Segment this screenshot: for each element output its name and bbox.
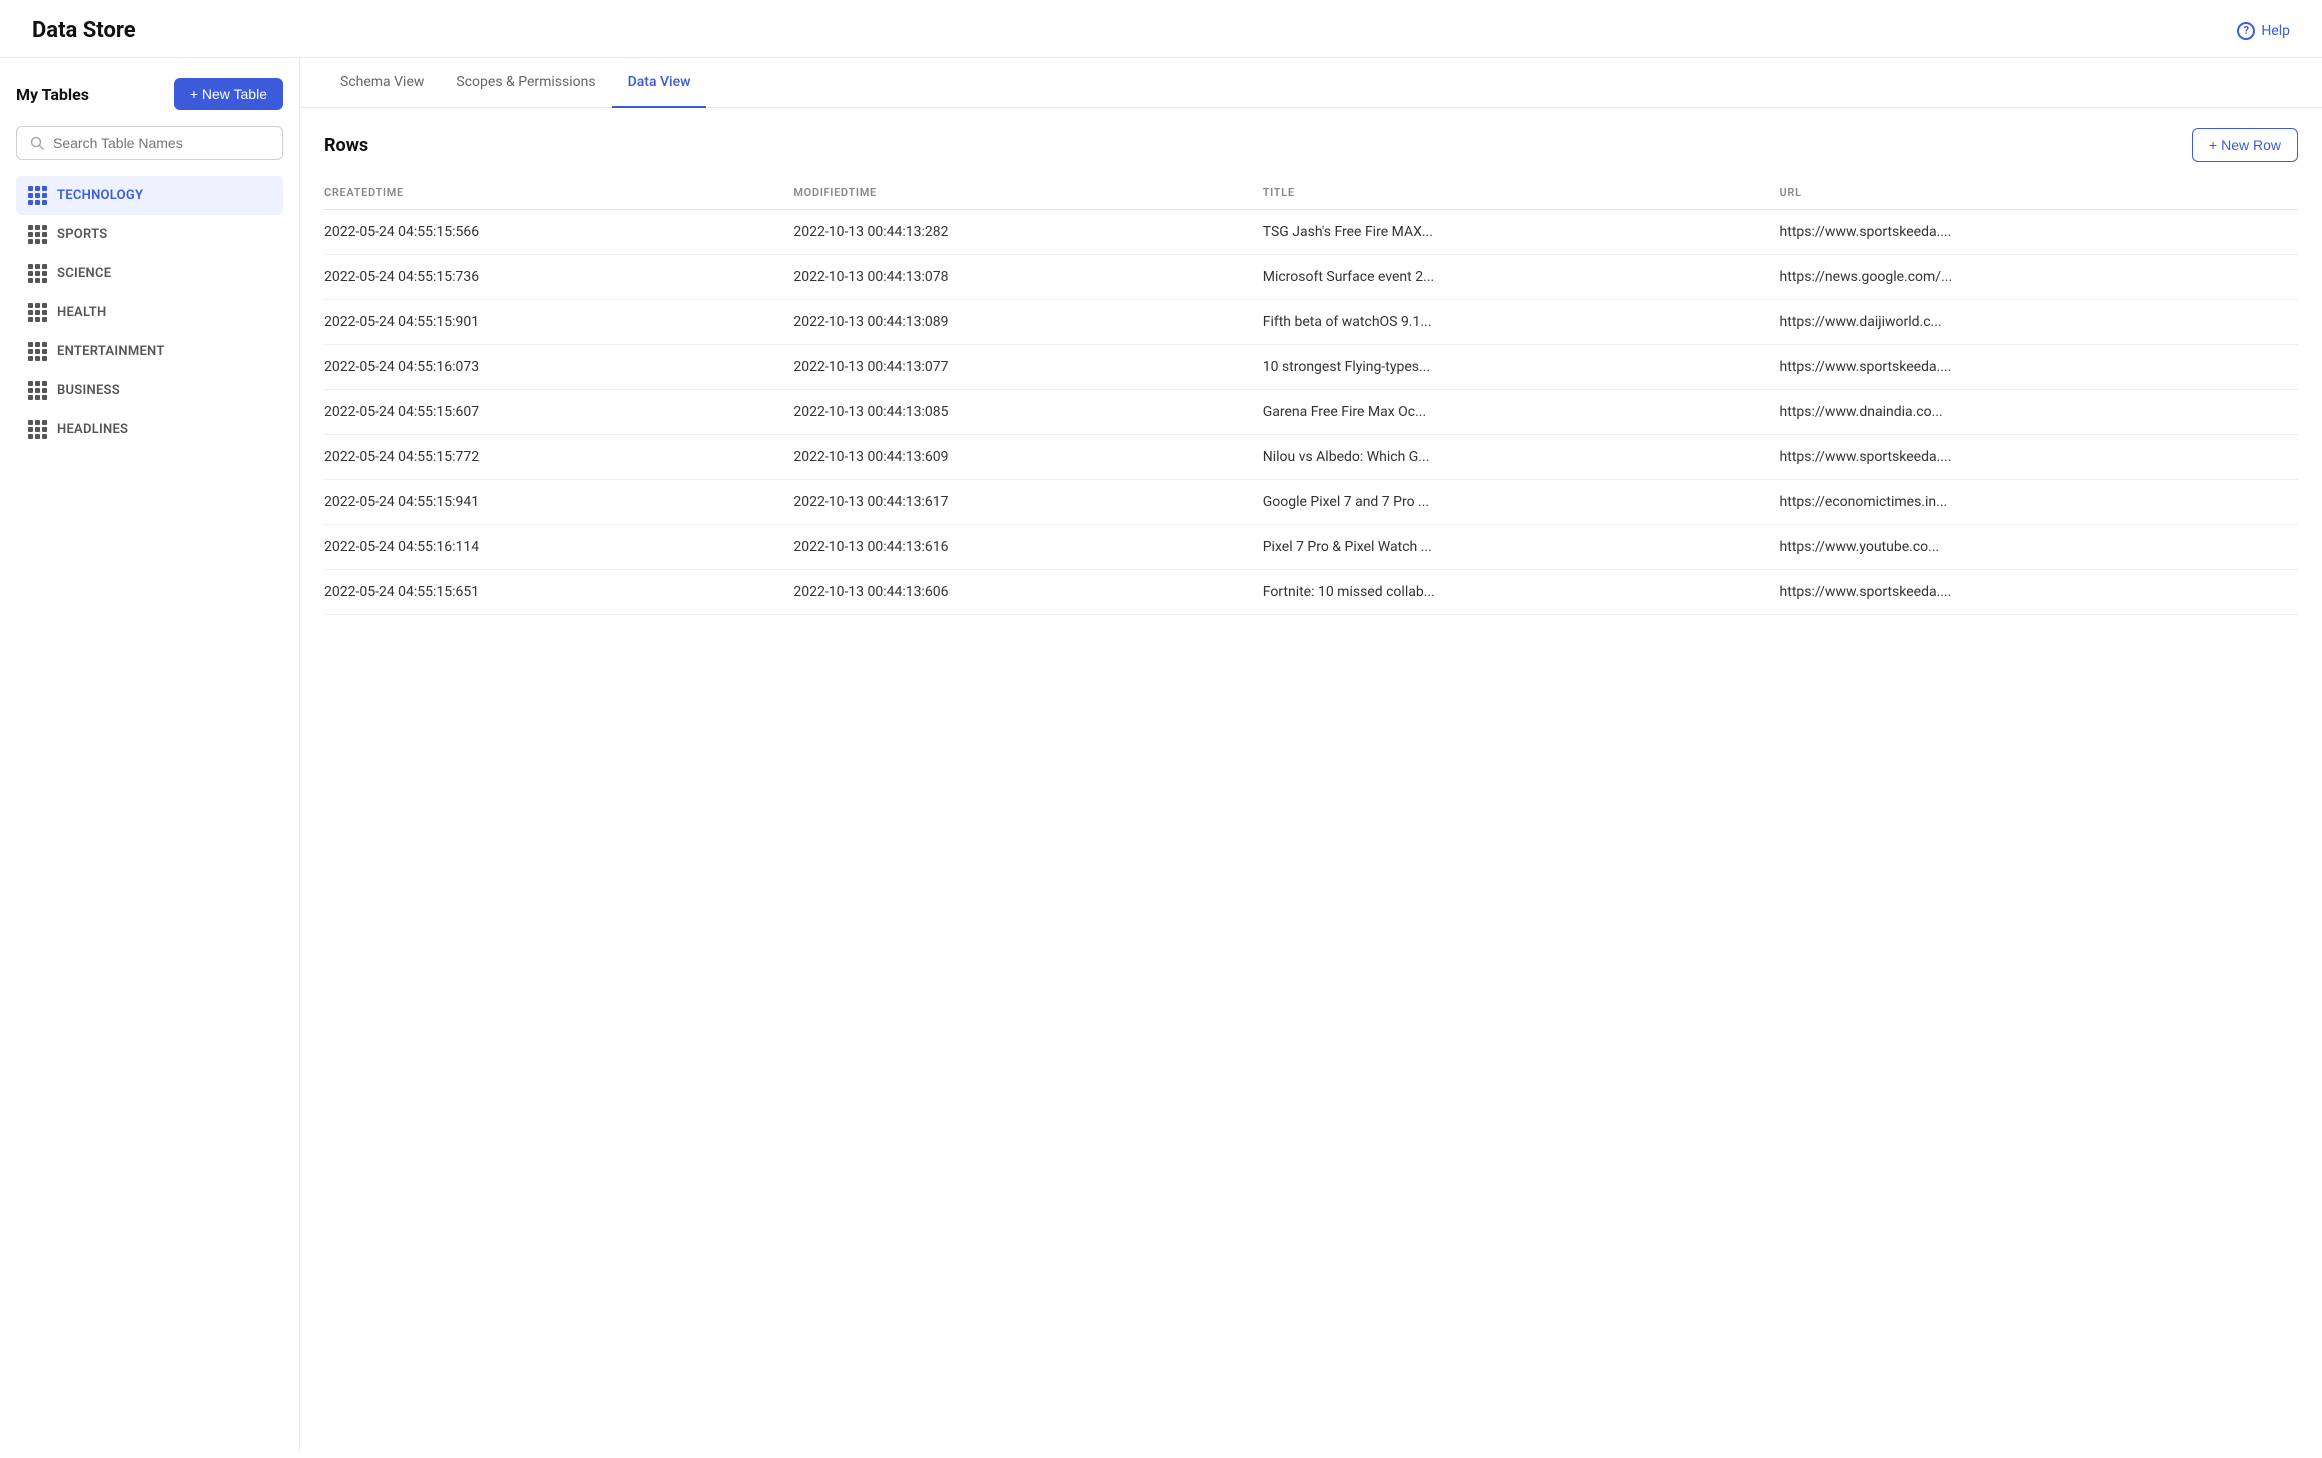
sidebar-item-science[interactable]: SCIENCE — [16, 254, 283, 293]
cell-title: Fifth beta of watchOS 9.1... — [1263, 300, 1780, 345]
sidebar-item-health[interactable]: HEALTH — [16, 293, 283, 332]
grid-icon — [28, 342, 47, 361]
rows-title: Rows — [324, 135, 368, 156]
cell-modifiedtime: 2022-10-13 00:44:13:606 — [793, 570, 1262, 615]
cell-title: Nilou vs Albedo: Which G... — [1263, 435, 1780, 480]
grid-icon — [28, 303, 47, 322]
cell-url: https://www.youtube.co... — [1780, 525, 2298, 570]
sidebar-item-business[interactable]: BUSINESS — [16, 371, 283, 410]
cell-modifiedtime: 2022-10-13 00:44:13:609 — [793, 435, 1262, 480]
sidebar-item-sports[interactable]: SPORTS — [16, 215, 283, 254]
grid-icon — [28, 186, 47, 205]
table-item-label: HEADLINES — [57, 422, 128, 437]
cell-title: Garena Free Fire Max Oc... — [1263, 390, 1780, 435]
table-item-label: BUSINESS — [57, 383, 120, 398]
sidebar-header: My Tables + New Table — [16, 78, 283, 110]
cell-title: Fortnite: 10 missed collab... — [1263, 570, 1780, 615]
table-row[interactable]: 2022-05-24 04:55:15:6512022-10-13 00:44:… — [324, 570, 2298, 615]
help-link[interactable]: ? Help — [2237, 22, 2290, 40]
search-icon — [29, 135, 45, 151]
search-input[interactable] — [53, 135, 270, 151]
rows-header: Rows + New Row — [324, 128, 2298, 162]
table-row[interactable]: 2022-05-24 04:55:15:7722022-10-13 00:44:… — [324, 435, 2298, 480]
cell-title: TSG Jash's Free Fire MAX... — [1263, 210, 1780, 255]
cell-title: Google Pixel 7 and 7 Pro ... — [1263, 480, 1780, 525]
data-table: CREATEDTIMEMODIFIEDTIMEtitleurl2022-05-2… — [324, 178, 2298, 615]
grid-icon — [28, 225, 47, 244]
col-header-url: url — [1780, 178, 2298, 210]
col-header-MODIFIEDTIME: MODIFIEDTIME — [793, 178, 1262, 210]
cell-url: https://www.sportskeeda.... — [1780, 210, 2298, 255]
cell-modifiedtime: 2022-10-13 00:44:13:077 — [793, 345, 1262, 390]
table-row[interactable]: 2022-05-24 04:55:15:7362022-10-13 00:44:… — [324, 255, 2298, 300]
grid-icon — [28, 420, 47, 439]
table-item-label: SPORTS — [57, 227, 107, 242]
cell-modifiedtime: 2022-10-13 00:44:13:089 — [793, 300, 1262, 345]
table-row[interactable]: 2022-05-24 04:55:16:1142022-10-13 00:44:… — [324, 525, 2298, 570]
table-item-label: HEALTH — [57, 305, 106, 320]
cell-url: https://www.sportskeeda.... — [1780, 435, 2298, 480]
cell-createdtime: 2022-05-24 04:55:15:566 — [324, 210, 793, 255]
top-header: Data Store ? Help — [0, 0, 2322, 58]
cell-url: https://www.daijiworld.c... — [1780, 300, 2298, 345]
grid-icon — [28, 264, 47, 283]
search-box — [16, 126, 283, 160]
grid-icon — [28, 381, 47, 400]
tab-schema-view[interactable]: Schema View — [324, 58, 440, 108]
cell-modifiedtime: 2022-10-13 00:44:13:085 — [793, 390, 1262, 435]
cell-createdtime: 2022-05-24 04:55:15:736 — [324, 255, 793, 300]
cell-url: https://www.sportskeeda.... — [1780, 345, 2298, 390]
sidebar-item-entertainment[interactable]: ENTERTAINMENT — [16, 332, 283, 371]
table-item-label: ENTERTAINMENT — [57, 344, 165, 359]
help-label: Help — [2261, 23, 2290, 39]
new-row-button[interactable]: + New Row — [2192, 128, 2298, 162]
table-list: TECHNOLOGY SPORTS SCIENCE HEALTH ENTERTAINME… — [16, 176, 283, 449]
cell-title: Microsoft Surface event 2... — [1263, 255, 1780, 300]
cell-createdtime: 2022-05-24 04:55:16:073 — [324, 345, 793, 390]
main-layout: My Tables + New Table TECHNOLOGY SPORTS SC… — [0, 58, 2322, 1452]
cell-modifiedtime: 2022-10-13 00:44:13:078 — [793, 255, 1262, 300]
cell-createdtime: 2022-05-24 04:55:15:772 — [324, 435, 793, 480]
table-row[interactable]: 2022-05-24 04:55:15:6072022-10-13 00:44:… — [324, 390, 2298, 435]
cell-url: https://www.dnaindia.co... — [1780, 390, 2298, 435]
table-item-label: SCIENCE — [57, 266, 111, 281]
tab-scopes--permissions[interactable]: Scopes & Permissions — [440, 58, 611, 108]
content-area: Schema ViewScopes & PermissionsData View… — [300, 58, 2322, 1452]
cell-createdtime: 2022-05-24 04:55:15:941 — [324, 480, 793, 525]
rows-area: Rows + New Row CREATEDTIMEMODIFIEDTIMEti… — [300, 108, 2322, 1452]
col-header-title: title — [1263, 178, 1780, 210]
col-header-CREATEDTIME: CREATEDTIME — [324, 178, 793, 210]
table-row[interactable]: 2022-05-24 04:55:15:9012022-10-13 00:44:… — [324, 300, 2298, 345]
table-row[interactable]: 2022-05-24 04:55:16:0732022-10-13 00:44:… — [324, 345, 2298, 390]
sidebar-item-technology[interactable]: TECHNOLOGY — [16, 176, 283, 215]
sidebar-title: My Tables — [16, 85, 89, 104]
cell-title: 10 strongest Flying-types... — [1263, 345, 1780, 390]
tab-data-view[interactable]: Data View — [612, 58, 707, 108]
cell-modifiedtime: 2022-10-13 00:44:13:617 — [793, 480, 1262, 525]
table-row[interactable]: 2022-05-24 04:55:15:9412022-10-13 00:44:… — [324, 480, 2298, 525]
sidebar: My Tables + New Table TECHNOLOGY SPORTS SC… — [0, 58, 300, 1452]
cell-url: https://economictimes.in... — [1780, 480, 2298, 525]
cell-createdtime: 2022-05-24 04:55:15:651 — [324, 570, 793, 615]
sidebar-item-headlines[interactable]: HEADLINES — [16, 410, 283, 449]
cell-createdtime: 2022-05-24 04:55:16:114 — [324, 525, 793, 570]
table-item-label: TECHNOLOGY — [57, 188, 143, 203]
tabs-bar: Schema ViewScopes & PermissionsData View — [300, 58, 2322, 108]
cell-url: https://www.sportskeeda.... — [1780, 570, 2298, 615]
cell-createdtime: 2022-05-24 04:55:15:901 — [324, 300, 793, 345]
cell-createdtime: 2022-05-24 04:55:15:607 — [324, 390, 793, 435]
cell-modifiedtime: 2022-10-13 00:44:13:616 — [793, 525, 1262, 570]
new-table-button[interactable]: + New Table — [174, 78, 283, 110]
table-row[interactable]: 2022-05-24 04:55:15:5662022-10-13 00:44:… — [324, 210, 2298, 255]
help-icon: ? — [2237, 22, 2255, 40]
app-title: Data Store — [32, 18, 136, 43]
cell-modifiedtime: 2022-10-13 00:44:13:282 — [793, 210, 1262, 255]
cell-title: Pixel 7 Pro & Pixel Watch ... — [1263, 525, 1780, 570]
cell-url: https://news.google.com/... — [1780, 255, 2298, 300]
